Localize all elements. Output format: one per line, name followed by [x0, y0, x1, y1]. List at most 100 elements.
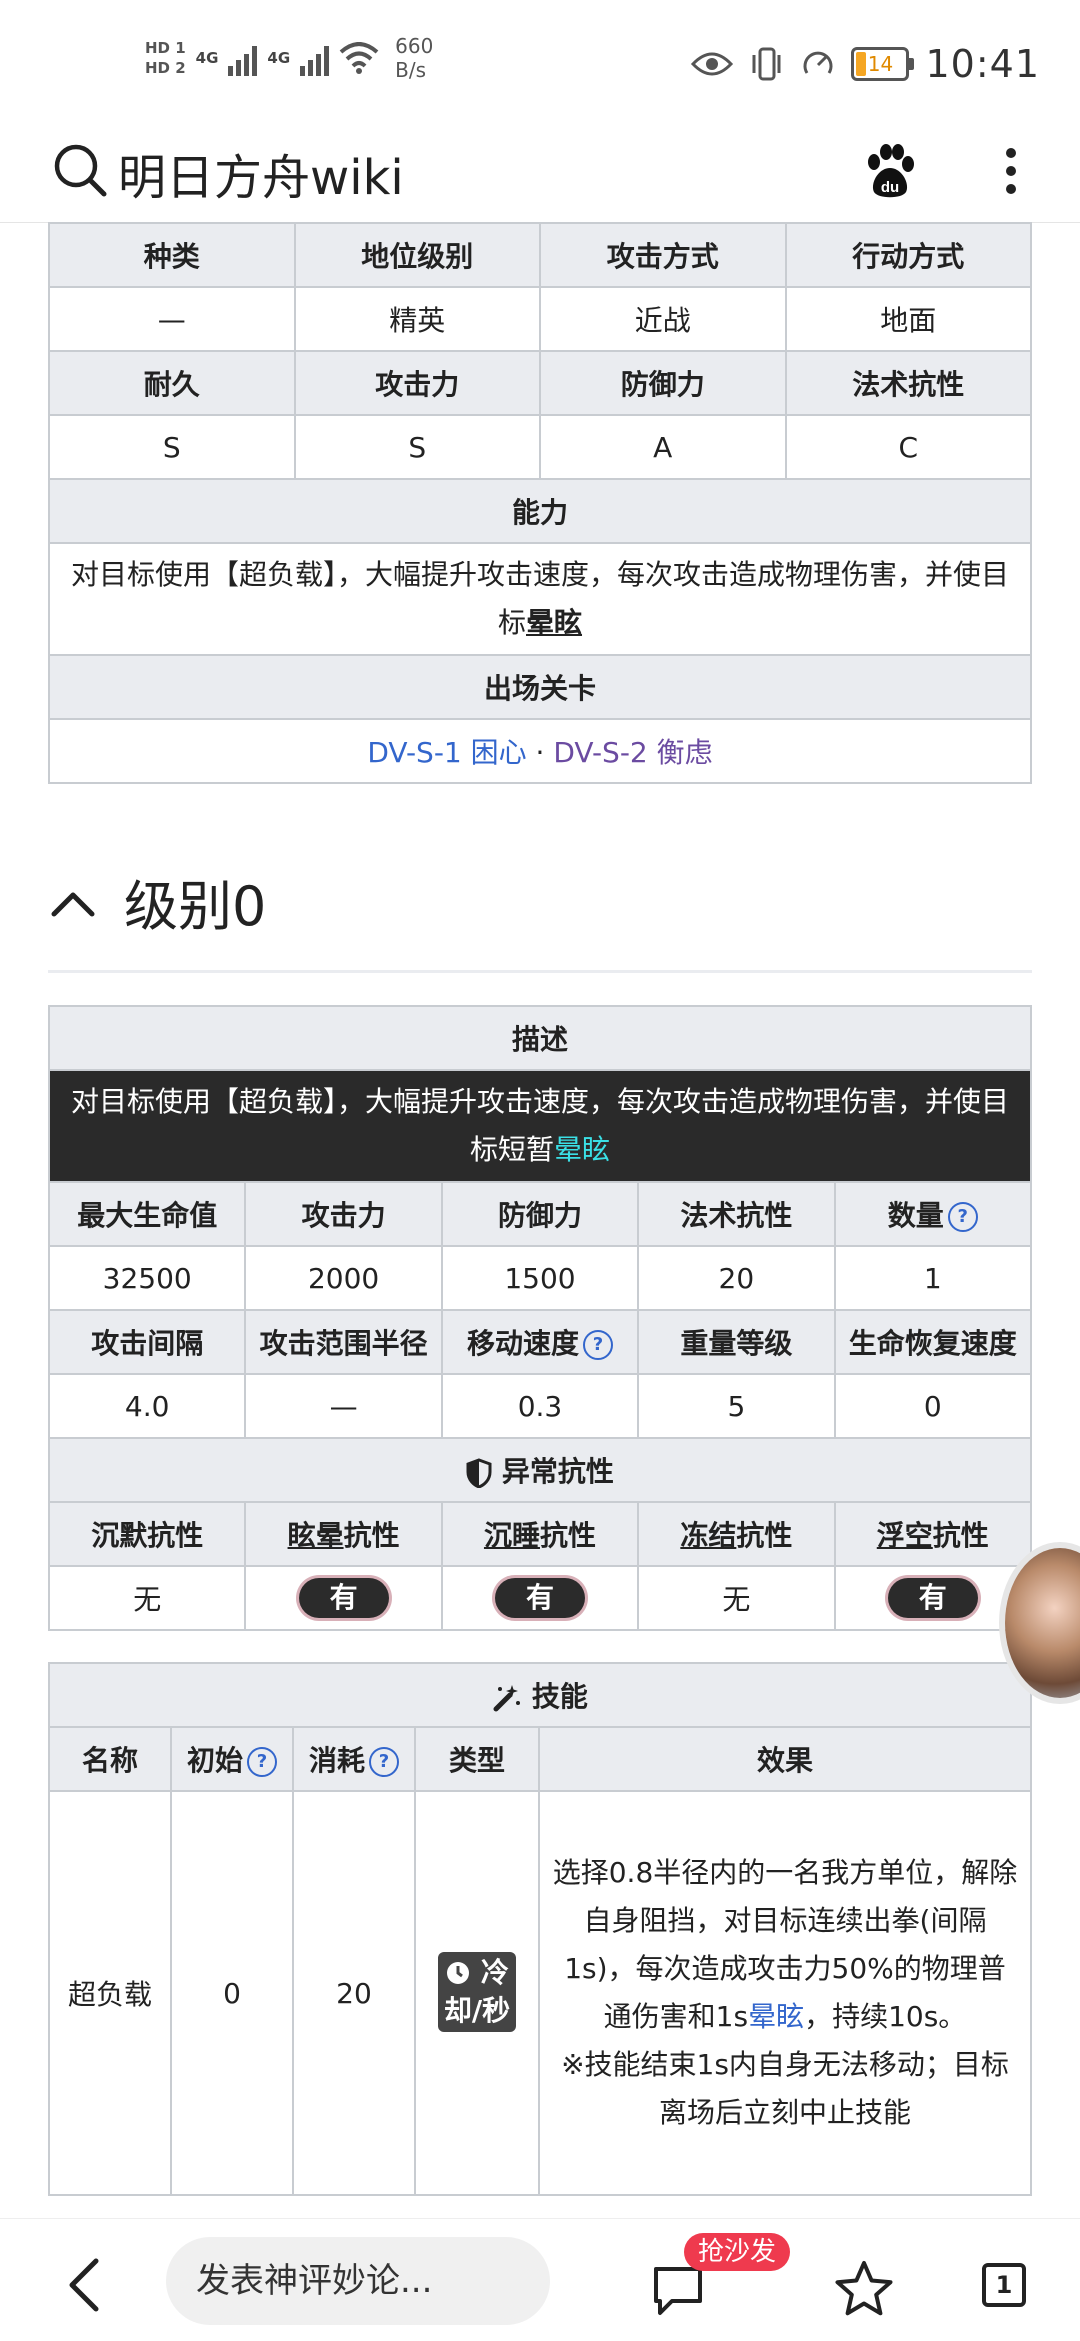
stage-link-dv-s-2[interactable]: DV-S-2 衡虑 — [553, 736, 712, 769]
table-header-cell: 攻击间隔 — [47, 1309, 247, 1375]
table-header-cell: 防御力 — [539, 350, 787, 416]
table-header-cell: 法术抗性 — [784, 350, 1032, 416]
sim2-label: HD 2 — [145, 59, 186, 77]
table-row: 种类 地位级别 攻击方式 行动方式 — [48, 222, 1032, 288]
svg-text:du: du — [881, 179, 899, 196]
table-cell: 地面 — [784, 286, 1032, 352]
app-header: 明日方舟wiki du — [0, 130, 1080, 223]
desc-text-main: 对目标使用【超负载】，大幅提升攻击速度，每次攻击造成物理伤害，并使目标短暂 — [70, 1085, 1009, 1166]
vibrate-icon — [752, 47, 781, 81]
skill-effect-note: ※技能结束1s内自身无法移动；目标离场后立刻中止技能 — [561, 2048, 1009, 2129]
table-cell: 0.3 — [440, 1373, 640, 1439]
table-header-cell: 数量? — [833, 1181, 1033, 1247]
table-cell: S — [48, 414, 296, 480]
table-cell: 有 — [440, 1565, 640, 1631]
chevron-up-icon[interactable] — [48, 880, 98, 930]
net-speed-value: 660 — [395, 34, 434, 58]
status-right: 14 10:41 — [691, 42, 1040, 86]
resist-suffix: 抗性 — [539, 1519, 596, 1552]
table-cell: 1 — [833, 1245, 1033, 1311]
stun-link[interactable]: 晕眩 — [554, 1133, 610, 1166]
more-icon[interactable] — [1000, 140, 1022, 210]
stun-link[interactable]: 晕眩 — [526, 606, 582, 639]
help-icon[interactable]: ? — [947, 1202, 978, 1232]
table-cell: 有 — [244, 1565, 443, 1631]
table-row: 描述 — [48, 1005, 1032, 1071]
signal-icon-2 — [300, 40, 330, 76]
shield-icon — [466, 1458, 492, 1489]
search-query[interactable]: 明日方舟wiki — [118, 138, 404, 208]
status-badge: 有 — [887, 1578, 978, 1618]
star-icon[interactable] — [834, 2259, 894, 2319]
level-stats-table: 描述 对目标使用【超负载】，大幅提升攻击速度，每次攻击造成物理伤害，并使目标短暂… — [47, 1005, 1033, 1631]
table-header-cell: 冻结抗性 — [637, 1501, 836, 1567]
table-header-cell: 种类 — [48, 222, 296, 288]
desc-header: 描述 — [48, 1005, 1032, 1071]
freeze-link[interactable]: 冻结 — [680, 1519, 736, 1552]
table-header-cell: 耐久 — [48, 350, 296, 416]
table-cell: 近战 — [539, 286, 787, 352]
clock-icon — [447, 1962, 470, 1984]
skill-name: 超负载 — [48, 1790, 172, 2196]
table-cell: 5 — [637, 1373, 836, 1439]
status-bar: HD 1 HD 2 4G 4G 660 B/s 14 10:41 — [0, 0, 1080, 130]
table-cell: — — [244, 1373, 443, 1439]
levitate-link[interactable]: 浮空 — [877, 1519, 933, 1552]
table-row: 32500 2000 1500 20 1 — [47, 1245, 1033, 1311]
status-left: HD 1 HD 2 4G 4G 660 B/s — [145, 34, 433, 82]
signal-icon — [228, 40, 258, 76]
search-icon[interactable] — [50, 140, 110, 200]
table-header-cell: 攻击方式 — [539, 222, 787, 288]
skill-header: 技能 — [48, 1662, 1032, 1728]
table-header-cell: 浮空抗性 — [833, 1501, 1033, 1567]
resist-suffix: 抗性 — [736, 1519, 793, 1552]
table-row: S S A C — [48, 414, 1032, 480]
baidu-icon[interactable]: du — [860, 142, 920, 202]
table-cell: 32500 — [47, 1245, 247, 1311]
help-icon[interactable]: ? — [369, 1747, 399, 1777]
stun-link[interactable]: 晕眩 — [748, 2000, 804, 2033]
status-badge: 有 — [298, 1578, 389, 1618]
table-cell: 无 — [47, 1565, 247, 1631]
cooldown-label-b: 却/秒 — [443, 1994, 511, 2027]
network-type-1: 4G — [195, 49, 219, 67]
battery-icon: 14 — [851, 47, 915, 81]
table-cell: — — [48, 286, 296, 352]
section-level0[interactable]: 级别0 — [48, 850, 1032, 973]
resist-header: 异常抗性 — [48, 1437, 1032, 1503]
table-row: 超负载 0 20 冷却/秒 选择0.8半径内的一名我方单位，解除自身阻挡，对目标… — [48, 1790, 1032, 2196]
table-cell: 4.0 — [47, 1373, 247, 1439]
table-header-cell: 名称 — [48, 1726, 172, 1792]
table-header-cell: 地位级别 — [293, 222, 541, 288]
table-row: 耐久 攻击力 防御力 法术抗性 — [48, 350, 1032, 416]
help-icon[interactable]: ? — [247, 1747, 277, 1777]
clock: 10:41 — [925, 42, 1040, 86]
table-header-cell: 攻击力 — [293, 350, 541, 416]
back-arrow-icon[interactable] — [60, 2255, 110, 2315]
table-row: 对目标使用【超负载】，大幅提升攻击速度，每次攻击造成物理伤害，并使目标晕眩 — [48, 542, 1032, 656]
table-header-cell: 行动方式 — [784, 222, 1032, 288]
skill-effect: 选择0.8半径内的一名我方单位，解除自身阻挡，对目标连续出拳(间隔1s)，每次造… — [538, 1790, 1032, 2196]
tabs-button[interactable]: 1 — [982, 2263, 1026, 2307]
sim1-label: HD 1 — [145, 39, 186, 57]
skill-cost: 20 — [292, 1790, 416, 2196]
stun-link[interactable]: 眩晕 — [288, 1519, 344, 1552]
stage-link-dv-s-1[interactable]: DV-S-1 困心 — [367, 736, 526, 769]
help-icon[interactable]: ? — [582, 1330, 613, 1360]
table-header-cell: 最大生命值 — [47, 1181, 247, 1247]
cooldown-label-a: 冷 — [480, 1956, 509, 1989]
net-speed-unit: B/s — [395, 58, 427, 82]
table-row: 出场关卡 — [48, 654, 1032, 720]
skill-table: 技能 名称 初始? 消耗? 类型 效果 超负载 0 20 冷却/秒 选择0.8半… — [48, 1662, 1032, 2196]
comment-icon[interactable] — [650, 2265, 706, 2317]
move-speed-label: 移动速度 — [466, 1327, 579, 1360]
sofa-badge[interactable]: 抢沙发 — [684, 2233, 791, 2271]
table-row: 无 有 有 无 有 — [47, 1565, 1033, 1631]
cost-label: 消耗 — [308, 1744, 365, 1777]
table-row: 4.0 — 0.3 5 0 — [47, 1373, 1033, 1439]
table-row: 对目标使用【超负载】，大幅提升攻击速度，每次攻击造成物理伤害，并使目标短暂晕眩 — [48, 1069, 1032, 1183]
comment-input[interactable]: 发表神评妙论... — [166, 2237, 550, 2325]
sleep-link[interactable]: 沉睡 — [484, 1519, 540, 1552]
resist-suffix: 抗性 — [932, 1519, 989, 1552]
wifi-icon — [339, 42, 379, 74]
